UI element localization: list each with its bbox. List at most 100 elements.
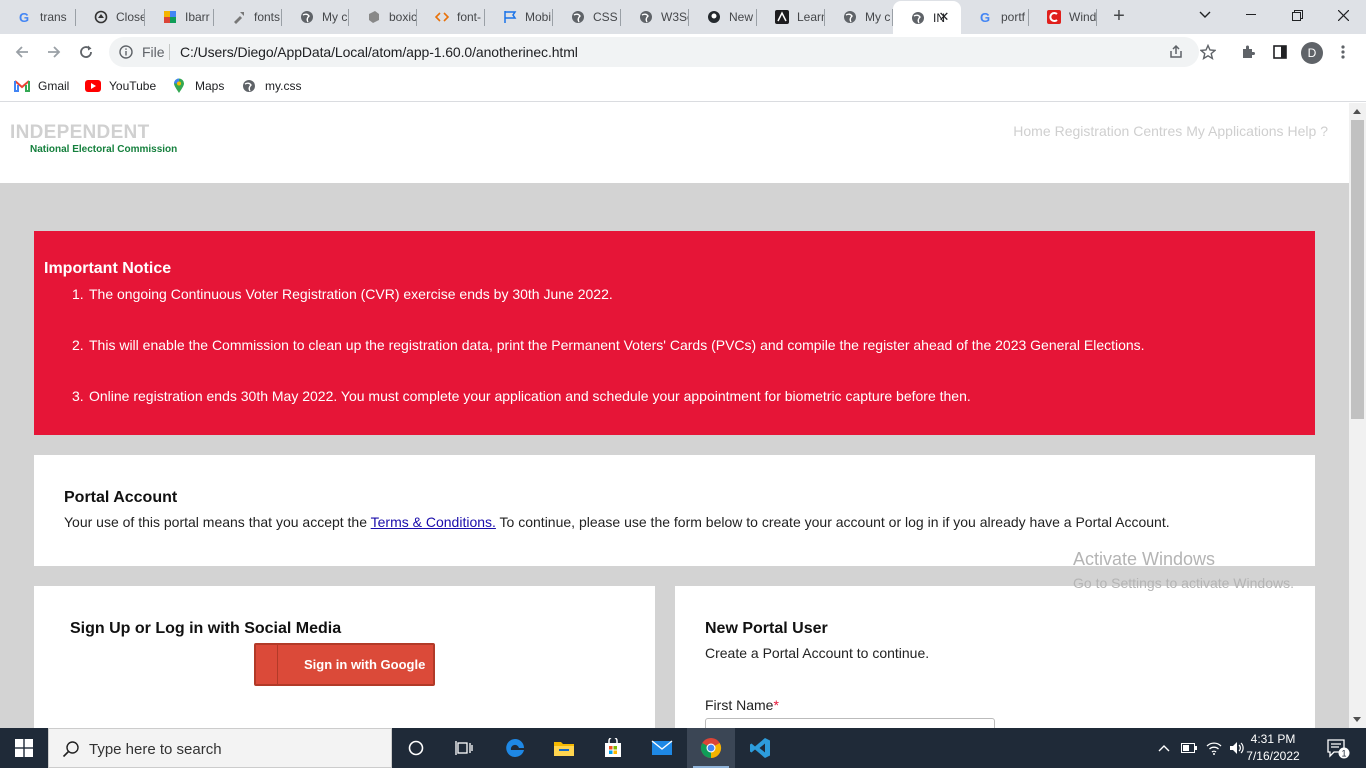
tab-mobi[interactable]: Mobi <box>485 0 553 34</box>
close-window-button[interactable] <box>1320 0 1366 30</box>
tab-trans[interactable]: G trans <box>0 0 76 34</box>
file-explorer-icon[interactable] <box>540 728 588 768</box>
bookmark-gmail[interactable]: Gmail <box>14 76 69 96</box>
microsoft-store-icon[interactable] <box>589 728 637 768</box>
tab-new[interactable]: New <box>689 0 757 34</box>
site-logo-subtitle: National Electoral Commission <box>30 144 178 155</box>
restore-button[interactable] <box>1274 0 1320 30</box>
task-view-icon[interactable] <box>440 728 488 768</box>
tab-title: Learn <box>797 10 825 24</box>
nav-my-applications[interactable]: My Applications <box>1186 123 1283 139</box>
tab-learn[interactable]: Learn <box>757 0 825 34</box>
search-placeholder: Type here to search <box>89 741 222 758</box>
required-asterisk: * <box>773 697 779 713</box>
globe-icon <box>241 78 257 94</box>
notice-title: Important Notice <box>44 260 172 277</box>
scroll-thumb[interactable] <box>1351 120 1364 419</box>
tab-search-icon[interactable] <box>1182 0 1228 30</box>
activate-windows-watermark: Activate Windows Go to Settings to activ… <box>1073 549 1294 591</box>
globe-icon <box>911 11 925 25</box>
important-notice: Important Notice 1. The ongoing Continuou… <box>34 231 1315 435</box>
recycle-icon <box>94 10 108 24</box>
chrome-taskbar-icon[interactable] <box>687 728 735 768</box>
bookmark-label: my.css <box>265 79 302 93</box>
tab-w3schools[interactable]: W3Sc <box>621 0 689 34</box>
notification-count: 1 <box>1341 749 1346 759</box>
clock-date: 7/16/2022 <box>1246 749 1300 763</box>
search-icon <box>62 740 80 758</box>
tray-chevron-up-icon[interactable] <box>1155 728 1173 768</box>
portal-account-text: Your use of this portal means that you a… <box>64 514 1170 530</box>
tab-wind[interactable]: Wind <box>1029 0 1097 34</box>
new-tab-button[interactable]: + <box>1109 6 1129 27</box>
bookmark-my-css[interactable]: my.css <box>241 76 301 96</box>
notification-center-icon[interactable]: 1 <box>1318 728 1358 768</box>
tab-strip: G trans Close Ibarr fonts My c boxic fon… <box>0 0 1366 34</box>
url-text[interactable]: C:/Users/Diego/AppData/Local/atom/app-1.… <box>180 44 578 60</box>
watermark-line-1: Activate Windows <box>1073 549 1216 569</box>
nav-home[interactable]: Home <box>1013 123 1050 139</box>
mail-icon[interactable] <box>638 728 686 768</box>
bookmark-star-icon[interactable] <box>1198 42 1218 62</box>
forward-button[interactable] <box>42 40 66 64</box>
svg-text:G: G <box>980 10 990 24</box>
page-viewport: INDEPENDENT National Electoral Commissio… <box>0 103 1349 728</box>
taskbar-search[interactable]: Type here to search <box>48 728 392 768</box>
notice-item-number: 2. <box>72 337 84 353</box>
tab-close[interactable]: Close <box>76 0 145 34</box>
tab-css[interactable]: CSS t <box>553 0 621 34</box>
globe-icon <box>300 10 314 24</box>
bookmark-label: Maps <box>195 79 225 93</box>
side-panel-icon[interactable] <box>1270 42 1290 62</box>
bookmark-youtube[interactable]: YouTube <box>85 76 156 96</box>
notice-list: 1. The ongoing Continuous Voter Registrat… <box>72 286 1145 439</box>
google-signin-label: Sign in with Google <box>304 657 426 672</box>
browser-toolbar: File C:/Users/Diego/AppData/Local/atom/a… <box>0 34 1366 70</box>
extensions-icon[interactable] <box>1238 42 1258 62</box>
back-button[interactable] <box>10 40 34 64</box>
tab-title: New <box>729 10 754 24</box>
tab-portfolio[interactable]: G portf <box>961 0 1029 34</box>
nav-registration-centres[interactable]: Registration Centres <box>1055 123 1183 139</box>
menu-kebab-icon[interactable] <box>1333 42 1353 62</box>
tab-my-c-1[interactable]: My c <box>282 0 349 34</box>
edge-icon[interactable] <box>491 728 539 768</box>
scroll-down-arrow-icon[interactable] <box>1353 717 1361 722</box>
vscode-icon[interactable] <box>736 728 784 768</box>
tab-ibarra[interactable]: Ibarr <box>145 0 214 34</box>
cortana-icon[interactable] <box>392 728 440 768</box>
address-bar[interactable]: File C:/Users/Diego/AppData/Local/atom/a… <box>109 37 1199 67</box>
wifi-icon[interactable] <box>1203 728 1225 768</box>
site-logo[interactable]: INDEPENDENT <box>10 122 149 144</box>
share-icon[interactable] <box>1166 42 1186 62</box>
tab-boxicons[interactable]: boxic <box>349 0 417 34</box>
windows-start-icon[interactable] <box>0 728 48 768</box>
tab-fonts[interactable]: fonts <box>214 0 282 34</box>
tab-font[interactable]: font- <box>417 0 485 34</box>
first-name-input[interactable] <box>705 718 995 728</box>
svg-text:G: G <box>19 10 29 24</box>
tab-title: font- <box>457 10 482 24</box>
nav-help[interactable]: Help ? <box>1288 123 1328 139</box>
profile-avatar[interactable]: D <box>1301 42 1323 64</box>
terms-link[interactable]: Terms & Conditions. <box>371 514 496 530</box>
tab-title: trans <box>40 10 67 24</box>
google-signin-button[interactable]: Sign in with Google <box>254 643 435 686</box>
notice-item-text: Online registration ends 30th May 2022. … <box>89 388 971 404</box>
tab-my-c-2[interactable]: My c <box>825 0 893 34</box>
info-icon[interactable] <box>119 45 133 59</box>
minimize-button[interactable] <box>1228 0 1274 30</box>
close-tab-icon[interactable]: ✕ <box>937 10 951 24</box>
youtube-icon <box>85 78 101 94</box>
tab-inec-active[interactable]: IN ✕ <box>893 1 961 34</box>
bookmark-maps[interactable]: Maps <box>171 76 224 96</box>
tab-title: My c <box>865 10 891 24</box>
battery-icon[interactable] <box>1178 728 1200 768</box>
omnibox-divider <box>169 44 170 60</box>
tab-title: portf <box>1001 10 1026 24</box>
taskbar-clock[interactable]: 4:31 PM 7/16/2022 <box>1240 731 1306 765</box>
scroll-up-arrow-icon[interactable] <box>1353 109 1361 114</box>
bookmark-label: YouTube <box>109 79 157 93</box>
page-scrollbar[interactable] <box>1349 103 1366 728</box>
reload-button[interactable] <box>74 40 98 64</box>
